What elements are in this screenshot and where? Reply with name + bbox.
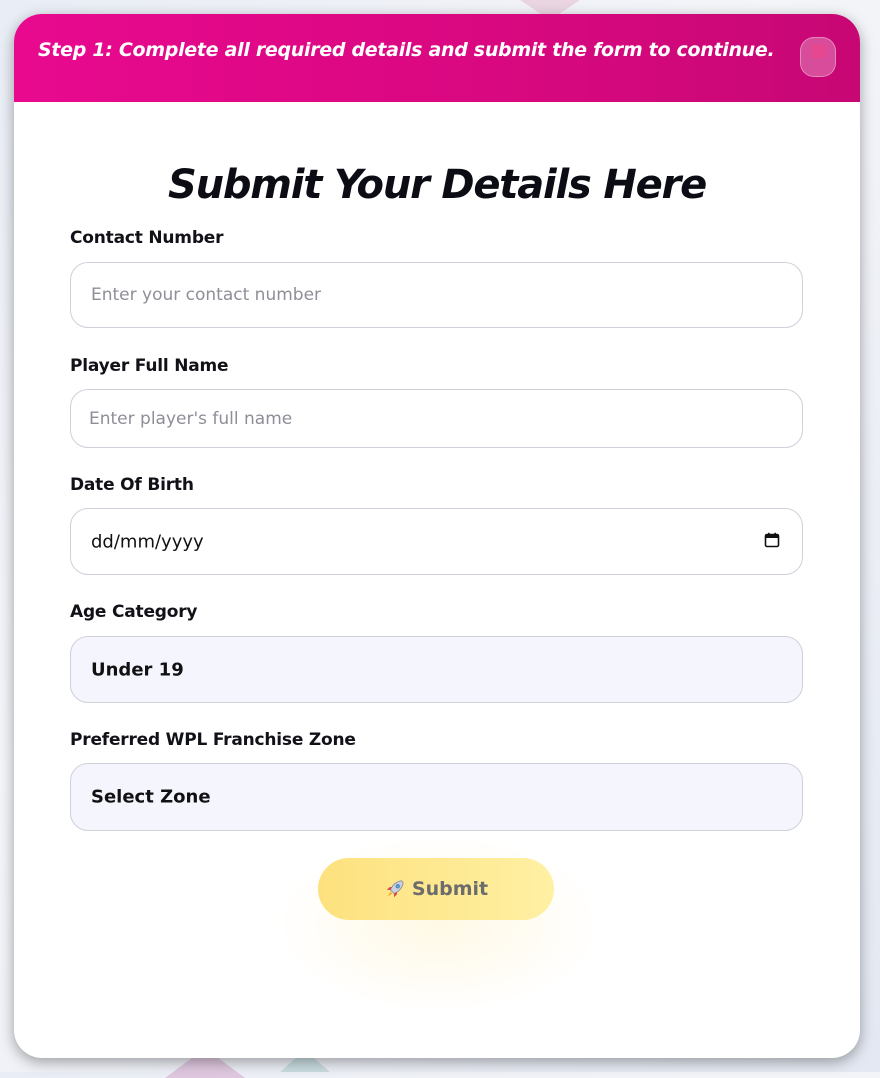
zone-label: Preferred WPL Franchise Zone [70,730,356,750]
submit-label: Submit [411,878,489,900]
banner-text: Step 1: Complete all required details an… [38,39,775,61]
zone-select[interactable]: Select Zone [70,763,803,831]
calendar-icon[interactable] [764,532,780,548]
form-title: Submit Your Details Here [167,162,707,208]
player-name-input[interactable] [71,390,802,447]
dob-value: dd/mm/yyyy [91,531,204,552]
dob-label: Date Of Birth [70,475,194,495]
age-category-value: Under 19 [91,659,184,680]
submit-button[interactable]: Submit [318,858,554,920]
step-banner: Step 1: Complete all required details an… [14,14,860,102]
submit-content: Submit [318,858,554,920]
player-name-field[interactable] [70,389,803,448]
rocket-icon [386,880,404,898]
dob-field[interactable]: dd/mm/yyyy [70,508,803,575]
age-category-select[interactable]: Under 19 [70,636,803,703]
age-category-label: Age Category [70,602,198,622]
close-icon [811,44,826,58]
contact-number-label: Contact Number [70,228,224,248]
close-button[interactable] [800,37,836,77]
details-modal: Step 1: Complete all required details an… [14,14,860,1058]
contact-number-input[interactable] [71,263,802,327]
player-name-label: Player Full Name [70,356,229,376]
zone-value: Select Zone [91,786,211,808]
contact-number-field[interactable] [70,262,803,328]
